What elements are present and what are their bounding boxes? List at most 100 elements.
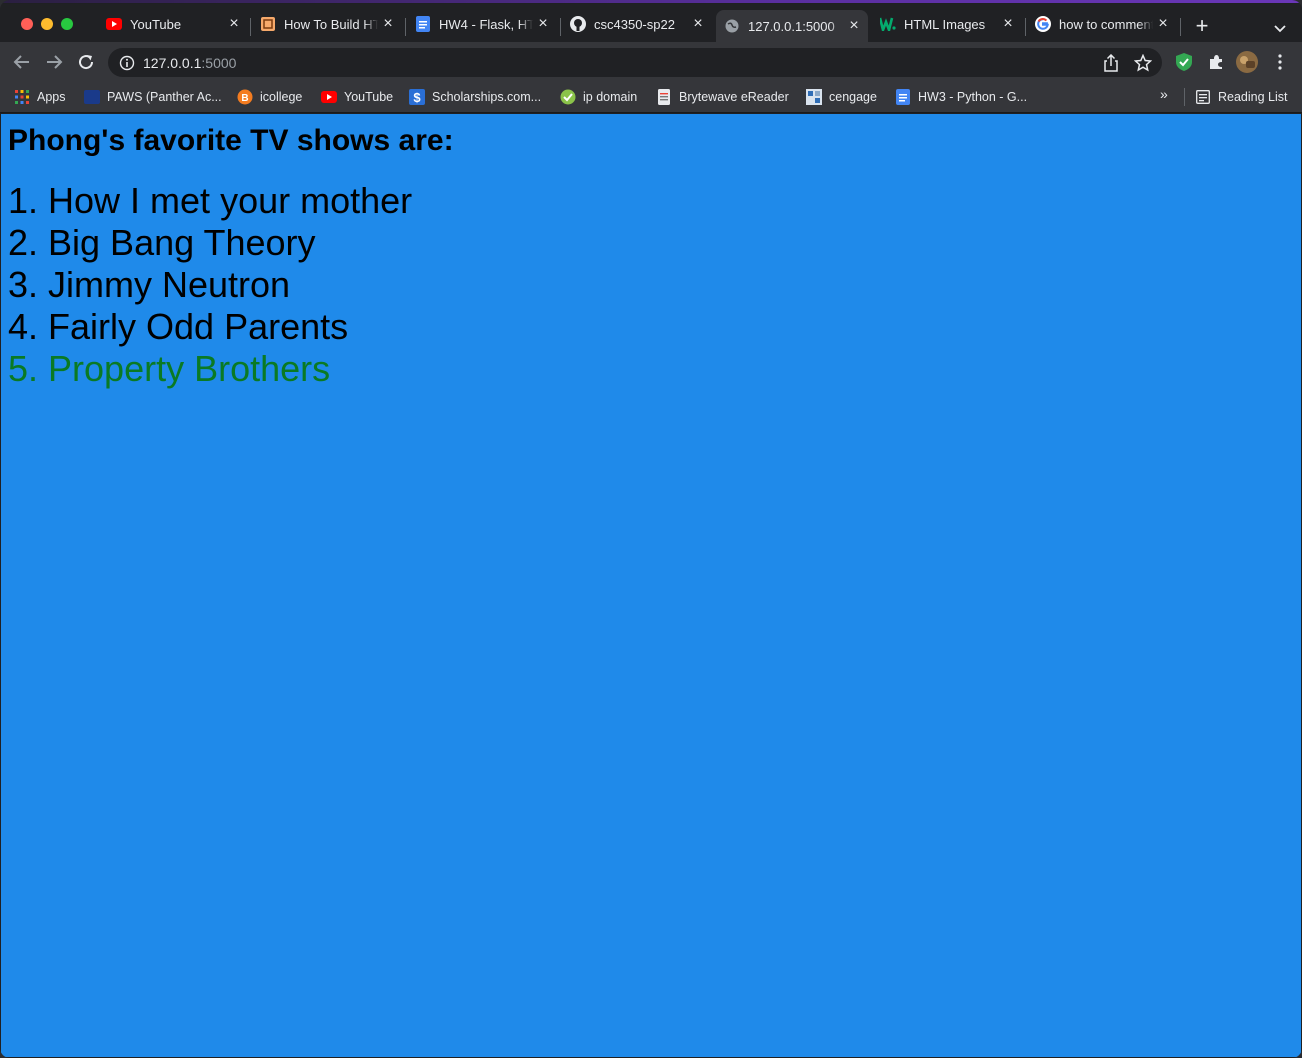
- tab-title: how to comment: [1059, 16, 1153, 32]
- page-content: Phong's favorite TV shows are: 1. How I …: [1, 114, 1301, 1057]
- youtube-icon: [321, 89, 337, 105]
- bookmark-paws[interactable]: PAWS (Panther Ac...: [84, 86, 222, 108]
- new-tab-button[interactable]: +: [1190, 14, 1214, 38]
- close-tab-icon[interactable]: ×: [844, 16, 864, 36]
- url-host: 127.0.0.1: [143, 54, 202, 71]
- list-item: 4. Fairly Odd Parents: [8, 306, 349, 347]
- url-port: :5000: [201, 54, 237, 71]
- reading-list-label: Reading List: [1218, 90, 1288, 104]
- close-tab-icon[interactable]: ×: [378, 14, 398, 34]
- globe-icon: [724, 18, 740, 34]
- url-text: 127.0.0.1:5000: [143, 55, 236, 71]
- ip-domain-icon: [560, 89, 576, 105]
- svg-text:$: $: [413, 90, 421, 105]
- bookmark-hw3-python[interactable]: HW3 - Python - G...: [895, 86, 1027, 108]
- tab-separator: [250, 18, 251, 36]
- tab-html-images[interactable]: HTML Images ×: [872, 8, 1022, 40]
- icollege-icon: B: [237, 89, 253, 105]
- back-arrow-icon: [13, 55, 29, 69]
- bookmark-label: PAWS (Panther Ac...: [107, 90, 222, 104]
- more-bookmarks-button[interactable]: »: [1160, 86, 1168, 102]
- tab-csc4350[interactable]: csc4350-sp22 ×: [562, 8, 712, 40]
- extensions-puzzle-icon[interactable]: [1205, 51, 1227, 73]
- back-button[interactable]: [10, 50, 34, 74]
- tab-title: How To Build HTML: [284, 16, 378, 32]
- tab-title: HTML Images: [904, 16, 986, 32]
- bookmarks-bar: Apps PAWS (Panther Ac... B icollege YouT…: [0, 82, 1302, 113]
- tab-hw4-flask[interactable]: HW4 - Flask, HTML ×: [407, 8, 557, 40]
- close-tab-icon[interactable]: ×: [688, 14, 708, 34]
- tab-localhost-active[interactable]: 127.0.0.1:5000 ×: [716, 10, 868, 42]
- dollar-icon: $: [409, 89, 425, 105]
- ereader-icon: [656, 89, 672, 105]
- tab-separator: [1025, 18, 1026, 36]
- youtube-icon: [106, 16, 122, 32]
- apps-grid-icon: [14, 89, 30, 105]
- tab-title: 127.0.0.1:5000: [748, 18, 835, 34]
- tab-separator: [560, 18, 561, 36]
- title-bar-glow: [0, 0, 1302, 3]
- close-tab-icon[interactable]: ×: [1153, 14, 1173, 34]
- list-item-highlighted: 5. Property Brothers: [8, 348, 331, 389]
- bookmark-apps[interactable]: Apps: [14, 86, 66, 108]
- bookmarks-separator: [1184, 88, 1185, 106]
- list-item: 3. Jimmy Neutron: [8, 264, 291, 305]
- paws-icon: [84, 89, 100, 105]
- page-heading: Phong's favorite TV shows are:: [8, 124, 454, 157]
- close-window-button[interactable]: [21, 18, 33, 30]
- bookmark-label: Brytewave eReader: [679, 90, 789, 104]
- bookmark-cengage[interactable]: cengage: [806, 86, 877, 108]
- bookmark-star-icon[interactable]: [1134, 54, 1152, 72]
- maximize-window-button[interactable]: [61, 18, 73, 30]
- tab-title: YouTube: [130, 16, 182, 32]
- more-vertical-icon: [1278, 54, 1282, 70]
- profile-avatar[interactable]: [1236, 51, 1258, 73]
- reading-list-icon: [1195, 89, 1211, 105]
- bookmark-label: icollege: [260, 90, 303, 104]
- google-docs-icon: [895, 89, 911, 105]
- close-tab-icon[interactable]: ×: [224, 14, 244, 34]
- svg-text:B: B: [241, 93, 248, 104]
- tab-separator: [1180, 18, 1181, 36]
- close-tab-icon[interactable]: ×: [998, 14, 1018, 34]
- w3schools-icon: [880, 16, 896, 32]
- minimize-window-button[interactable]: [41, 18, 53, 30]
- tab-title: csc4350-sp22: [594, 16, 675, 32]
- chevron-down-icon: [1274, 25, 1286, 33]
- tab-how-to-build-html[interactable]: How To Build HTML ×: [252, 8, 402, 40]
- html-builder-icon: [260, 16, 276, 32]
- browser-menu-button[interactable]: [1269, 51, 1291, 73]
- bookmark-brytewave[interactable]: Brytewave eReader: [656, 86, 789, 108]
- address-bar[interactable]: 127.0.0.1:5000: [108, 48, 1162, 77]
- tab-title: HW4 - Flask, HTML: [439, 16, 533, 32]
- site-info-icon[interactable]: [119, 55, 135, 71]
- bookmark-icollege[interactable]: B icollege: [237, 86, 302, 108]
- bookmark-label: Apps: [37, 90, 66, 104]
- bookmark-label: ip domain: [583, 90, 638, 104]
- shield-extension-icon[interactable]: [1173, 51, 1195, 73]
- bookmark-scholarships[interactable]: $ Scholarships.com...: [409, 86, 541, 108]
- tv-show-list: 1. How I met your mother 2. Big Bang The…: [8, 180, 412, 390]
- list-item: 1. How I met your mother: [8, 180, 413, 221]
- bookmark-label: cengage: [829, 90, 877, 104]
- tab-search-button[interactable]: [1268, 16, 1292, 40]
- bookmark-label: YouTube: [344, 90, 394, 104]
- forward-button[interactable]: [42, 50, 66, 74]
- github-icon: [570, 16, 586, 32]
- reload-icon: [79, 55, 94, 70]
- close-tab-icon[interactable]: ×: [533, 14, 553, 34]
- cengage-icon: [806, 89, 822, 105]
- forward-arrow-icon: [47, 55, 63, 69]
- tab-separator: [405, 18, 406, 36]
- reload-button[interactable]: [74, 50, 98, 74]
- share-icon[interactable]: [1102, 54, 1120, 72]
- google-icon: [1035, 16, 1051, 32]
- google-docs-icon: [415, 16, 431, 32]
- bookmark-label: Scholarships.com...: [432, 90, 542, 104]
- tab-how-to-comment[interactable]: how to comment ×: [1027, 8, 1177, 40]
- bookmark-ip-domain[interactable]: ip domain: [560, 86, 637, 108]
- bookmark-label: HW3 - Python - G...: [918, 90, 1028, 104]
- tab-youtube[interactable]: YouTube ×: [98, 8, 248, 40]
- reading-list-button[interactable]: Reading List: [1195, 86, 1288, 108]
- bookmark-youtube[interactable]: YouTube: [321, 86, 393, 108]
